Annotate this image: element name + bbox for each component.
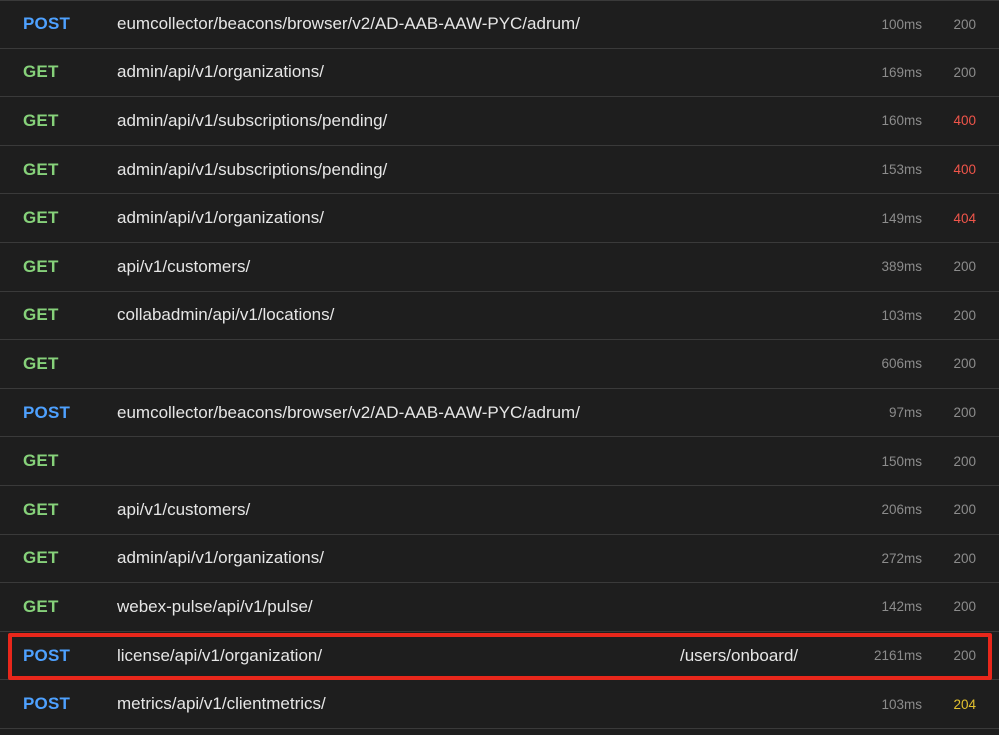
request-row[interactable]: GET webex-pulse/api/v1/pulse/ 142ms 200 [0, 583, 999, 632]
request-row[interactable]: GET 150ms 200 [0, 437, 999, 486]
method-label: GET [23, 62, 59, 82]
status-code: 400 [953, 162, 976, 178]
method-label: GET [23, 208, 59, 228]
status-code: 200 [953, 550, 976, 566]
request-path: license/api/v1/organization/ [117, 645, 323, 665]
method-label: GET [23, 451, 59, 471]
method-label: GET [23, 499, 59, 519]
request-row[interactable]: GET admin/api/v1/organizations/ 272ms 20… [0, 534, 999, 584]
request-row[interactable]: GET api/v1/customers/ 206ms 200 [0, 485, 999, 535]
duration: 103ms [881, 696, 922, 712]
status-code: 200 [953, 259, 976, 275]
request-row[interactable]: POST metrics/api/v1/clientmetrics/ 103ms… [0, 680, 999, 729]
duration: 150ms [881, 453, 922, 469]
duration: 97ms [888, 405, 922, 421]
request-row[interactable]: GET 606ms 200 [0, 340, 999, 389]
request-path: api/v1/customers/ [117, 256, 251, 276]
method-label: GET [23, 256, 59, 276]
status-code: 200 [953, 453, 976, 469]
request-path: admin/api/v1/subscriptions/pending/ [117, 110, 388, 130]
status-code: 200 [953, 16, 976, 32]
method-label: POST [23, 645, 71, 665]
request-row-highlighted[interactable]: POST license/api/v1/organization/ /users… [0, 631, 999, 681]
duration: 153ms [881, 162, 922, 178]
status-code: 200 [953, 307, 976, 323]
request-row[interactable]: GET admin/api/v1/subscriptions/pending/ … [0, 97, 999, 146]
request-row[interactable]: POST eumcollector/beacons/browser/v2/AD-… [0, 0, 999, 49]
status-code: 200 [953, 502, 976, 518]
request-path: admin/api/v1/organizations/ [117, 62, 324, 82]
duration: 606ms [881, 356, 922, 372]
status-code: 200 [953, 64, 976, 80]
request-row[interactable]: GET api/v1/customers/ 389ms 200 [0, 242, 999, 292]
request-row[interactable]: GET admin/api/v1/subscriptions/pending/ … [0, 145, 999, 195]
request-path: eumcollector/beacons/browser/v2/AD-AAB-A… [117, 402, 580, 422]
method-label: GET [23, 305, 59, 325]
duration: 2161ms [873, 648, 922, 664]
method-label: GET [23, 596, 59, 616]
method-label: POST [23, 694, 71, 714]
duration: 142ms [881, 599, 922, 615]
duration: 160ms [881, 113, 922, 129]
request-path: admin/api/v1/organizations/ [117, 208, 324, 228]
status-code: 200 [953, 648, 976, 664]
request-path-suffix: /users/onboard/ [680, 645, 799, 665]
duration: 206ms [881, 502, 922, 518]
request-row[interactable]: GET admin/api/v1/organizations/ 149ms 40… [0, 194, 999, 243]
request-path: admin/api/v1/organizations/ [117, 548, 324, 568]
request-path: metrics/api/v1/clientmetrics/ [117, 694, 326, 714]
request-row[interactable]: GET collabadmin/api/v1/locations/ 103ms … [0, 291, 999, 341]
duration: 272ms [881, 550, 922, 566]
status-code: 200 [953, 356, 976, 372]
request-list: POST eumcollector/beacons/browser/v2/AD-… [0, 0, 999, 735]
duration: 149ms [881, 210, 922, 226]
method-label: GET [23, 353, 59, 373]
request-row[interactable]: POST eumcollector/beacons/browser/v2/AD-… [0, 388, 999, 438]
duration: 389ms [881, 259, 922, 275]
status-code: 404 [953, 210, 976, 226]
request-row[interactable]: GET admin/api/v1/organizations/ 169ms 20… [0, 48, 999, 98]
duration: 100ms [881, 16, 922, 32]
status-code: 200 [953, 405, 976, 421]
request-path: collabadmin/api/v1/locations/ [117, 305, 335, 325]
status-code: 204 [953, 696, 976, 712]
duration: 169ms [881, 64, 922, 80]
request-path: eumcollector/beacons/browser/v2/AD-AAB-A… [117, 14, 580, 34]
status-code: 200 [953, 599, 976, 615]
method-label: POST [23, 14, 71, 34]
method-label: GET [23, 110, 59, 130]
method-label: GET [23, 159, 59, 179]
request-path: api/v1/customers/ [117, 499, 251, 519]
status-code: 400 [953, 113, 976, 129]
method-label: GET [23, 548, 59, 568]
duration: 103ms [881, 307, 922, 323]
request-path: admin/api/v1/subscriptions/pending/ [117, 159, 388, 179]
method-label: POST [23, 402, 71, 422]
request-path: webex-pulse/api/v1/pulse/ [117, 596, 313, 616]
